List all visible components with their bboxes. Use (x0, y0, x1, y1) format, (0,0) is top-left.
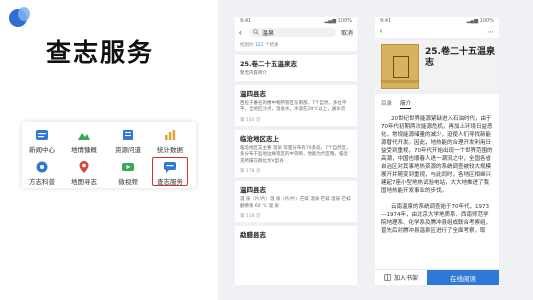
page-title: 查志服务 (46, 38, 155, 67)
service-news[interactable]: 新闻中心 (24, 126, 60, 154)
intro-paragraph: 云南温泉的系统调查始于70年代，1973—1974年，由北京大学地质系、西南师范… (381, 204, 492, 234)
back-arrow-icon[interactable]: ‹ (380, 28, 382, 35)
service-grid: 新闻中心 地情慷概 资源问道 统计数据 方志科普 地图寻志 微视频 查志服务 (22, 122, 196, 188)
tab-catalog[interactable]: 目录 (381, 99, 392, 109)
result-title: 温四县志 (240, 89, 266, 98)
result-item[interactable]: 温四县志 温 泉（片/片）温 泉（片/片）芒蚌 温泉 芒蚌 温泉 芒蚌 翻佛系 … (235, 177, 357, 222)
add-to-shelf-button[interactable]: 加入书架 (375, 273, 427, 282)
result-title: 25.卷二十五温泉志 (240, 60, 298, 68)
search-icon (253, 29, 259, 35)
status-time: 9:41 (240, 18, 252, 24)
count-value: 121 (254, 43, 264, 48)
cancel-button[interactable]: 取消 (341, 28, 353, 37)
selected-highlight (152, 157, 188, 186)
service-label: 统计数据 (157, 146, 183, 154)
book-cover (381, 44, 419, 89)
news-icon (36, 130, 48, 140)
map-pin-icon (79, 161, 89, 173)
service-label: 微视频 (118, 178, 138, 186)
status-time: 9:41 (380, 18, 392, 24)
service-statistics[interactable]: 统计数据 (152, 126, 188, 154)
book-header: 25.卷二十五温泉志 (375, 38, 499, 94)
cover-seal-icon (393, 56, 409, 78)
result-snippet: 临沧地区志主要 温泉 等量分布有70多处，7个自然区，多分布于监地边缘等区的中等… (240, 145, 351, 164)
service-video[interactable]: 微视频 (110, 158, 146, 186)
result-page: 第 103 页 (240, 117, 261, 123)
result-snippet: 暂无内容简介 (240, 71, 267, 76)
bar-chart-icon (165, 130, 176, 140)
service-label: 地图寻志 (71, 178, 97, 186)
science-icon (36, 161, 48, 173)
search-bar: ‹ 温泉 取消 (235, 25, 357, 39)
service-map[interactable]: 地图寻志 (66, 158, 102, 186)
tab-intro[interactable]: 简介 (400, 99, 412, 109)
book-title: 25.卷二十五温泉志 (425, 47, 495, 68)
bookshelf-icon (384, 274, 391, 281)
book-icon (123, 130, 133, 140)
read-online-button[interactable]: 在线阅读 (427, 270, 499, 285)
result-count: 找到约 121 个结果 (235, 39, 357, 51)
status-bar: 9:41 ▂▄▆ 100% (235, 17, 357, 25)
service-label: 方志科普 (29, 178, 55, 186)
decorative-blob-icon (9, 7, 30, 27)
result-title: 勐腊县志 (240, 231, 266, 239)
mountain-icon (78, 133, 90, 140)
count-prefix: 找到约 (240, 43, 254, 48)
service-science[interactable]: 方志科普 (24, 158, 60, 186)
book-detail-screen: 9:41 ▂▄▆ 100% ‹ ⋯ 25.卷二十五温泉志 目录 简介 20世纪世… (375, 17, 499, 285)
search-query: 温泉 (262, 30, 275, 37)
back-arrow-icon[interactable]: ‹ (239, 28, 249, 37)
result-snippet: 西位于番名的楼中物所管区东南部，7个自然，多位平平，全地区冷点，温泉水，水温在2… (240, 100, 347, 113)
status-signal: ▂▄▆ 100% (466, 18, 494, 24)
result-title: 临沧地区志上 (240, 134, 279, 143)
search-results-screen: 9:41 ▂▄▆ 100% ‹ 温泉 取消 找到约 121 个结果 25.卷二十… (235, 17, 357, 285)
detail-tabs: 目录 简介 (375, 94, 499, 111)
count-suffix: 个结果 (264, 43, 279, 48)
bottom-action-bar: 加入书架 在线阅读 (375, 269, 499, 285)
service-label: 资源问道 (115, 146, 141, 154)
result-page: 第 178 页 (240, 169, 261, 174)
result-page: 第 118 页 (240, 214, 261, 219)
service-resources[interactable]: 资源问道 (110, 126, 146, 154)
service-label: 地情慷概 (71, 146, 97, 154)
result-item[interactable]: 临沧地区志上 临沧地区志主要 温泉 等量分布有70多处，7个自然区，多分布于监地… (235, 125, 357, 177)
detail-toolbar: ‹ ⋯ (375, 25, 499, 38)
status-signal: ▂▄▆ 100% (324, 18, 352, 24)
result-title: 温四县志 (240, 186, 266, 194)
result-item[interactable]: 温四县志 西位于番名的楼中物所管区东南部，7个自然，多位平平，全地区冷点，温泉水… (235, 80, 357, 126)
status-bar: 9:41 ▂▄▆ 100% (375, 17, 499, 25)
video-icon (122, 163, 134, 171)
search-input[interactable]: 温泉 (249, 27, 336, 37)
shelf-label: 加入书架 (393, 275, 418, 282)
result-item[interactable]: 25.卷二十五温泉志 暂无内容简介 (235, 51, 357, 81)
cover-band (382, 80, 418, 83)
more-icon[interactable]: ⋯ (487, 28, 494, 36)
intro-paragraph: 20世纪世界能源紧缺进入石油时代，由于70年代初期两次能源危机，再加上环境日益恶… (381, 116, 493, 194)
service-label: 新闻中心 (29, 146, 55, 154)
service-overview[interactable]: 地情慷概 (66, 126, 102, 154)
result-snippet: 温 泉（片/片）温 泉（片/片）芒蚌 温泉 芒蚌 温泉 芒蚌 翻佛系 60 ℃ … (240, 197, 351, 209)
result-item[interactable]: 勐腊县志 (235, 222, 357, 245)
